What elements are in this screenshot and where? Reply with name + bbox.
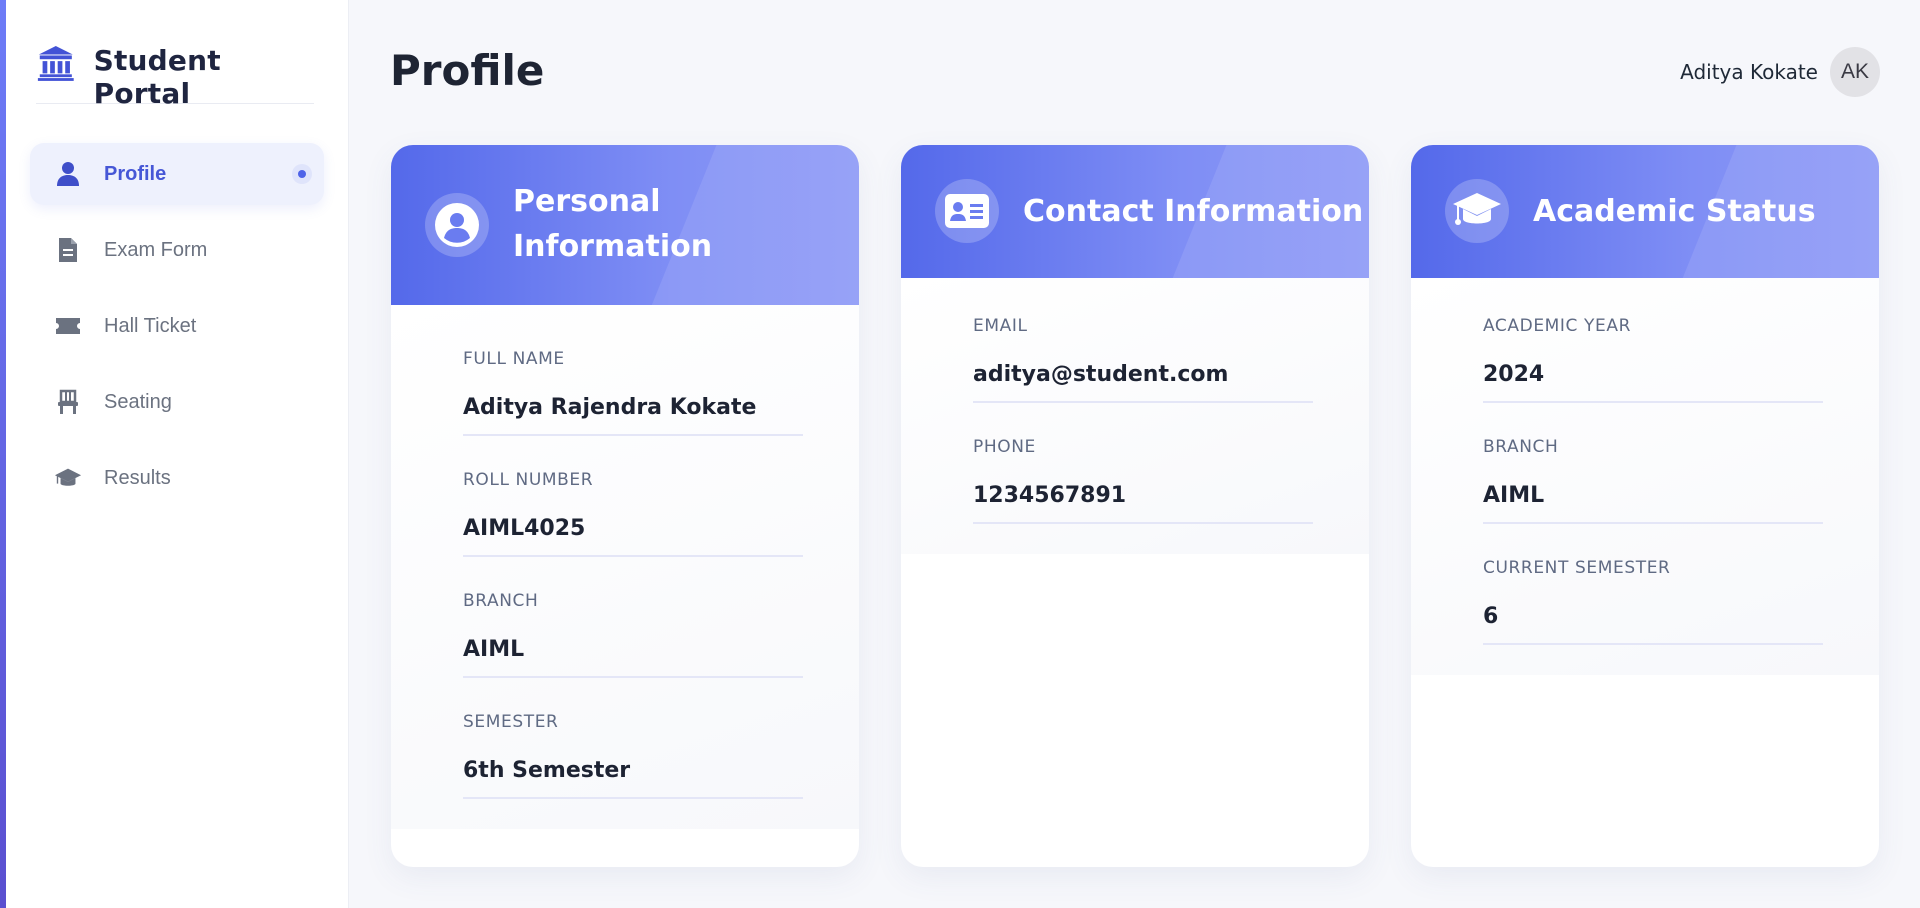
field-label: ACADEMIC YEAR: [1483, 316, 1631, 336]
card-header: Contact Information: [901, 145, 1369, 278]
field-label: ROLL NUMBER: [463, 470, 594, 490]
user-name: Aditya Kokate: [1680, 60, 1818, 84]
sidebar-nav: Profile Exam Form Hall Ticket Seating Re…: [30, 143, 324, 523]
chair-icon: [54, 388, 82, 416]
field-phone: PHONE 1234567891: [973, 437, 1313, 524]
field-value: AIML: [1483, 483, 1823, 524]
brand[interactable]: Student Portal: [36, 36, 314, 110]
field-roll-number: ROLL NUMBER AIML4025: [463, 470, 803, 557]
sidebar-item-exam-form[interactable]: Exam Form: [30, 219, 324, 281]
card-title: Personal Information: [513, 184, 713, 264]
field-branch: BRANCH AIML: [1483, 437, 1823, 524]
field-email: EMAIL aditya@student.com: [973, 316, 1313, 403]
field-label: SEMESTER: [463, 712, 559, 732]
field-value: Aditya Rajendra Kokate: [463, 395, 803, 436]
field-label: PHONE: [973, 437, 1036, 457]
sidebar-item-label: Hall Ticket: [104, 314, 197, 337]
field-label: EMAIL: [973, 316, 1028, 336]
personal-info-card: Personal Information FULL NAME Aditya Ra…: [391, 145, 859, 867]
card-body: EMAIL aditya@student.com PHONE 123456789…: [901, 278, 1369, 554]
graduation-cap-icon: [54, 464, 82, 492]
field-value: 6: [1483, 604, 1823, 645]
page-title: Profile: [390, 46, 545, 95]
field-value: AIML4025: [463, 516, 803, 557]
card-header: Academic Status: [1411, 145, 1879, 278]
user-circle-icon: [425, 193, 489, 257]
card-body: FULL NAME Aditya Rajendra Kokate ROLL NU…: [391, 305, 859, 829]
sidebar-item-label: Exam Form: [104, 238, 208, 261]
field-branch: BRANCH AIML: [463, 591, 803, 678]
user-icon: [54, 160, 82, 188]
university-icon: [37, 46, 74, 81]
document-icon: [54, 236, 82, 264]
field-label: BRANCH: [1483, 437, 1559, 457]
field-label: CURRENT SEMESTER: [1483, 558, 1671, 578]
id-card-icon: [935, 179, 999, 243]
field-value: 2024: [1483, 362, 1823, 403]
sidebar-item-seating[interactable]: Seating: [30, 371, 324, 433]
sidebar-item-label: Profile: [104, 162, 167, 185]
field-value: AIML: [463, 637, 803, 678]
field-full-name: FULL NAME Aditya Rajendra Kokate: [463, 349, 803, 436]
field-value: 1234567891: [973, 483, 1313, 524]
avatar[interactable]: AK: [1830, 47, 1880, 97]
field-value: aditya@student.com: [973, 362, 1313, 403]
sidebar: Student Portal Profile Exam Form Hall Ti…: [6, 0, 349, 908]
graduation-cap-icon: [1445, 179, 1509, 243]
sidebar-item-label: Seating: [104, 390, 172, 413]
ticket-icon: [54, 312, 82, 340]
field-label: BRANCH: [463, 591, 539, 611]
field-current-semester: CURRENT SEMESTER 6: [1483, 558, 1823, 645]
sidebar-item-results[interactable]: Results: [30, 447, 324, 509]
active-indicator: [292, 164, 312, 184]
app-title: Student Portal: [93, 44, 221, 110]
field-semester: SEMESTER 6th Semester: [463, 712, 803, 799]
sidebar-item-profile[interactable]: Profile: [30, 143, 324, 205]
field-value: 6th Semester: [463, 758, 803, 799]
sidebar-item-label: Results: [104, 466, 171, 489]
academic-status-card: Academic Status ACADEMIC YEAR 2024 BRANC…: [1411, 145, 1879, 867]
card-title: Contact Information: [1023, 194, 1364, 229]
contact-info-card: Contact Information EMAIL aditya@student…: [901, 145, 1369, 867]
field-academic-year: ACADEMIC YEAR 2024: [1483, 316, 1823, 403]
field-label: FULL NAME: [463, 349, 565, 369]
card-header: Personal Information: [391, 145, 859, 305]
sidebar-item-hall-ticket[interactable]: Hall Ticket: [30, 295, 324, 357]
card-title: Academic Status: [1533, 194, 1816, 229]
user-menu[interactable]: Aditya Kokate AK: [1680, 47, 1880, 97]
card-body: ACADEMIC YEAR 2024 BRANCH AIML CURRENT S…: [1411, 278, 1879, 675]
